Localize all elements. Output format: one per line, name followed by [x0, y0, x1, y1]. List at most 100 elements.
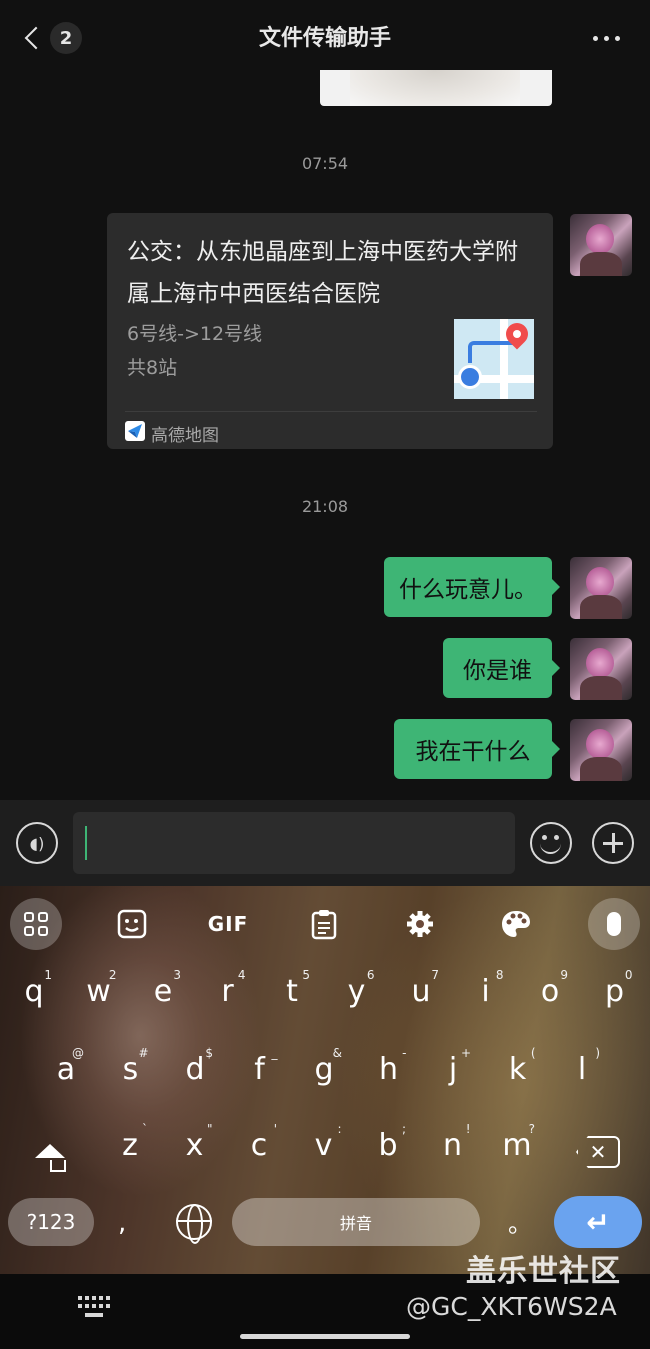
key-u[interactable]: u7: [401, 968, 441, 1009]
key-hint: @: [72, 1046, 84, 1060]
palette-icon[interactable]: [490, 898, 542, 950]
chat-screen: 2 文件传输助手 07:54 公交：从东旭晶座到上海中医药大学附属上海市中西医结…: [0, 0, 650, 1349]
key-hint: (: [530, 1046, 536, 1060]
key-r[interactable]: r4: [208, 968, 248, 1009]
key-hint: :: [337, 1122, 342, 1136]
route-title: 公交：从东旭晶座到上海中医药大学附属上海市中西医结合医院: [127, 239, 518, 307]
key-i[interactable]: i8: [466, 968, 506, 1009]
key-hint: ): [595, 1046, 600, 1060]
key-letter: u: [411, 974, 431, 1009]
home-indicator[interactable]: [240, 1334, 410, 1339]
period-key[interactable]: 。: [508, 1204, 532, 1239]
key-h[interactable]: h-: [369, 1046, 409, 1087]
more-options-icon[interactable]: [588, 30, 624, 46]
avatar[interactable]: [570, 557, 632, 619]
space-key[interactable]: 拼音: [232, 1198, 480, 1246]
avatar[interactable]: [570, 638, 632, 700]
key-hint: 7: [431, 968, 439, 982]
key-d[interactable]: d $: [175, 1046, 215, 1087]
key-hint: #: [138, 1046, 149, 1060]
globe-icon[interactable]: [176, 1204, 212, 1244]
key-p[interactable]: p0: [595, 968, 635, 1009]
key-y[interactable]: y6: [337, 968, 377, 1009]
key-w[interactable]: w2: [79, 968, 119, 1009]
key-letter: k: [508, 1052, 527, 1087]
message-timestamp: 07:54: [301, 154, 349, 173]
key-z[interactable]: z `: [110, 1122, 150, 1163]
gif-icon[interactable]: GIF: [202, 898, 254, 950]
clipboard-icon[interactable]: [298, 898, 350, 950]
key-hint: 2: [108, 968, 117, 982]
message-bubble[interactable]: 你是谁: [443, 638, 560, 698]
gear-icon[interactable]: [394, 898, 446, 950]
key-hint: 3: [173, 968, 181, 982]
key-a[interactable]: a @: [46, 1046, 86, 1087]
message-input-bar: ◖): [0, 800, 650, 886]
key-hint: ": [206, 1122, 213, 1136]
route-lines: 6号线->12号线: [127, 323, 263, 345]
sticker-icon[interactable]: [106, 898, 158, 950]
key-hint: _: [271, 1046, 278, 1060]
microphone-icon[interactable]: [588, 898, 640, 950]
key-o[interactable]: o9: [530, 968, 570, 1009]
key-letter: m: [502, 1128, 532, 1163]
enter-key[interactable]: ↵: [554, 1196, 642, 1248]
key-letter: i: [481, 974, 490, 1009]
key-l[interactable]: l): [562, 1046, 602, 1087]
key-hint: 4: [237, 968, 246, 982]
card-source-label: 高德地图: [151, 426, 219, 446]
emoji-icon[interactable]: [530, 822, 572, 864]
key-hint: `: [142, 1122, 148, 1136]
card-divider: [125, 411, 537, 412]
avatar[interactable]: [570, 719, 632, 781]
key-s[interactable]: s #: [111, 1046, 151, 1087]
key-t[interactable]: t5: [272, 968, 312, 1009]
message-timestamp: 21:08: [301, 497, 349, 516]
key-x[interactable]: x ": [175, 1122, 215, 1163]
key-j[interactable]: j +: [433, 1046, 473, 1087]
key-v[interactable]: v:: [304, 1122, 344, 1163]
key-letter: e: [153, 974, 173, 1009]
key-hint: &: [332, 1046, 342, 1060]
key-f[interactable]: f _: [240, 1046, 280, 1087]
key-b[interactable]: b;: [368, 1122, 408, 1163]
key-letter: h: [378, 1052, 398, 1087]
gif-label: GIF: [207, 912, 249, 936]
avatar[interactable]: [570, 214, 632, 276]
apps-grid-icon[interactable]: [10, 898, 62, 950]
key-m[interactable]: m?: [497, 1122, 537, 1163]
key-c[interactable]: c ': [239, 1122, 279, 1163]
watermark-site: 盖乐世社区: [466, 1254, 621, 1289]
key-hint: ;: [401, 1122, 406, 1136]
voice-input-icon[interactable]: ◖): [16, 822, 58, 864]
key-letter: s: [122, 1052, 139, 1087]
chat-title: 文件传输助手: [258, 26, 391, 51]
plus-icon[interactable]: [592, 822, 634, 864]
message-bubble[interactable]: 什么玩意儿。: [384, 557, 560, 617]
key-e[interactable]: e3: [143, 968, 183, 1009]
key-letter: b: [378, 1128, 398, 1163]
key-letter: z: [122, 1128, 138, 1163]
key-hint: +: [460, 1046, 471, 1060]
key-hint: -: [402, 1046, 407, 1060]
message-input[interactable]: [73, 812, 515, 874]
key-hint: 5: [302, 968, 310, 982]
key-hint: 8: [495, 968, 504, 982]
comma-key[interactable]: ,: [118, 1208, 126, 1238]
key-hint: !: [465, 1122, 471, 1136]
key-hint: $: [205, 1046, 213, 1060]
message-bubble[interactable]: 我在干什么: [394, 719, 560, 779]
keyboard-hide-icon[interactable]: [78, 1296, 112, 1318]
key-letter: q: [24, 974, 44, 1009]
symbols-key[interactable]: ?123: [8, 1198, 94, 1246]
key-q[interactable]: q1: [14, 968, 54, 1009]
route-map-thumbnail-icon: [454, 319, 534, 399]
amap-logo-icon: [125, 421, 145, 441]
key-g[interactable]: g &: [304, 1046, 344, 1087]
route-share-card[interactable]: 公交：从东旭晶座到上海中医药大学附属上海市中西医结合医院 6号线->12号线 共…: [107, 213, 553, 449]
image-message[interactable]: [320, 70, 552, 106]
shift-key[interactable]: [24, 1130, 76, 1182]
key-n[interactable]: n!: [433, 1122, 473, 1163]
key-letter: v: [314, 1128, 333, 1163]
key-k[interactable]: k(: [498, 1046, 538, 1087]
